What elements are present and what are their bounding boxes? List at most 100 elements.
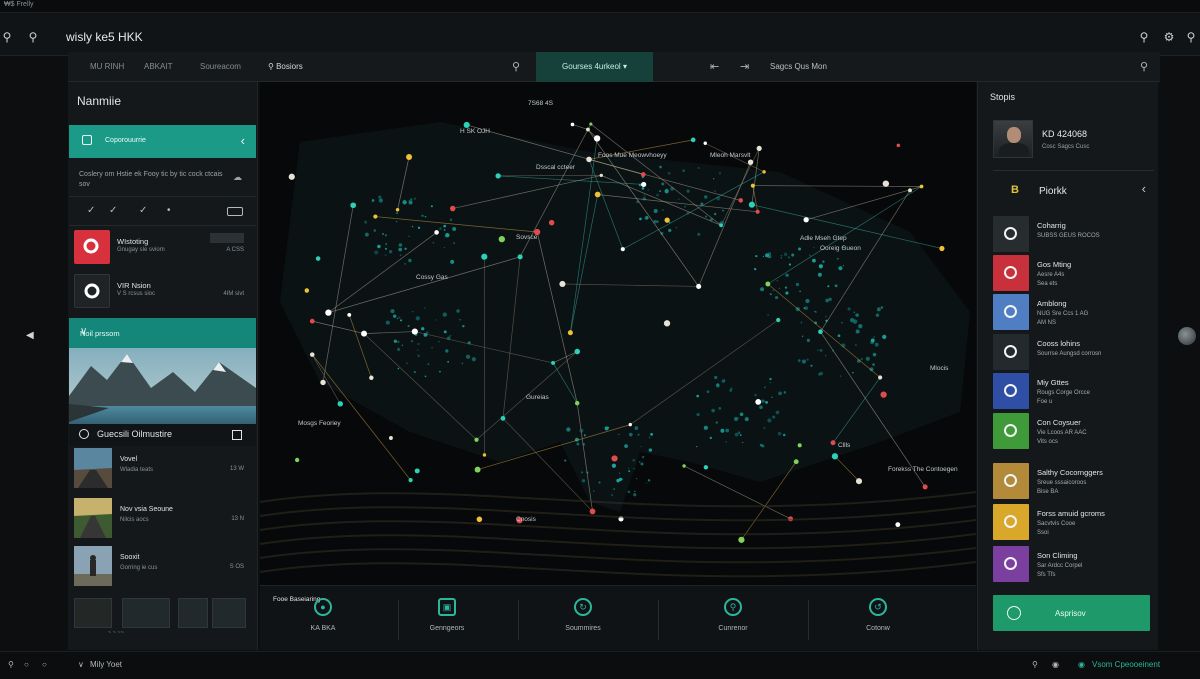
network-node[interactable] bbox=[474, 466, 481, 473]
thumbnail[interactable] bbox=[212, 598, 246, 628]
network-node[interactable] bbox=[797, 443, 802, 448]
tab-1[interactable]: MU RINH bbox=[90, 62, 124, 71]
network-node[interactable] bbox=[628, 422, 632, 427]
section-header[interactable]: B Piorkk ‹ bbox=[993, 170, 1154, 214]
network-node[interactable] bbox=[896, 143, 901, 148]
network-node[interactable] bbox=[315, 256, 321, 261]
network-node[interactable] bbox=[599, 173, 603, 178]
promo-caption[interactable]: Guecsili Oilmustire bbox=[69, 424, 256, 446]
thumbnail[interactable] bbox=[178, 598, 208, 628]
chevron-left-icon[interactable]: ‹ bbox=[1142, 181, 1146, 196]
network-node[interactable] bbox=[611, 455, 618, 462]
network-node[interactable] bbox=[347, 312, 352, 317]
network-node[interactable] bbox=[756, 145, 762, 152]
network-node[interactable] bbox=[309, 318, 315, 324]
settings-icon[interactable]: ⚙ bbox=[1162, 30, 1176, 44]
network-node[interactable] bbox=[765, 281, 771, 287]
network-node[interactable] bbox=[395, 208, 400, 212]
network-node[interactable] bbox=[406, 153, 413, 161]
tab-3[interactable]: Soureacom bbox=[200, 62, 241, 71]
network-node[interactable] bbox=[793, 459, 799, 465]
network-node[interactable] bbox=[337, 401, 343, 407]
network-node[interactable] bbox=[640, 172, 646, 177]
network-node[interactable] bbox=[589, 508, 596, 515]
network-node[interactable] bbox=[500, 415, 506, 421]
network-node[interactable] bbox=[551, 360, 556, 365]
network-node[interactable] bbox=[908, 188, 912, 193]
thumbnail[interactable] bbox=[122, 598, 170, 628]
network-node[interactable] bbox=[574, 348, 581, 355]
network-node[interactable] bbox=[320, 379, 326, 386]
network-node[interactable] bbox=[719, 223, 724, 228]
connection-icon[interactable]: ◉ bbox=[1078, 660, 1085, 669]
network-node[interactable] bbox=[482, 453, 487, 457]
video-row[interactable]: Vovel Wladia teats 13 W bbox=[72, 446, 254, 492]
list-item[interactable]: Forss amuid gcroms Sacvtvis Cooe Ssoi bbox=[993, 504, 1153, 540]
network-node[interactable] bbox=[882, 180, 890, 187]
network-node[interactable] bbox=[738, 536, 745, 543]
video-row[interactable]: Nov vsia Seoune Nilcis aocs 13 N bbox=[72, 496, 254, 542]
list-item[interactable]: Cooss lohins Sourrse Aungsd corrosn bbox=[993, 334, 1153, 370]
network-node[interactable] bbox=[288, 173, 295, 180]
network-map[interactable]: 7S68 4S H SK OJH Foos Mue Meowvhoeyy Dsscal… bbox=[260, 82, 976, 585]
network-node[interactable] bbox=[476, 516, 483, 523]
marker-icon[interactable]: • bbox=[167, 205, 171, 216]
network-node[interactable] bbox=[411, 328, 418, 335]
route-icon[interactable]: ✓ bbox=[139, 205, 147, 216]
search-icon[interactable]: ⚲ bbox=[512, 60, 520, 73]
network-node[interactable] bbox=[586, 156, 592, 163]
list-item[interactable]: Coharrig SUBSS GEUS ROCOS bbox=[993, 216, 1153, 252]
chevron-left-icon[interactable]: ‹ bbox=[241, 133, 245, 148]
chevron-down-icon[interactable]: ∨ bbox=[78, 660, 84, 669]
network-node[interactable] bbox=[498, 235, 505, 243]
list-item[interactable]: Gos Mting Aesre A4s Sea ets bbox=[993, 255, 1153, 291]
network-node[interactable] bbox=[594, 191, 601, 198]
chevron-down-icon[interactable]: ∨ bbox=[80, 326, 242, 337]
network-node[interactable] bbox=[593, 135, 601, 142]
network-node[interactable] bbox=[570, 122, 575, 127]
network-node[interactable] bbox=[703, 141, 707, 145]
network-node[interactable] bbox=[939, 245, 945, 252]
action-4-button[interactable]: ⚲ Cunrenor bbox=[678, 598, 788, 632]
search-icon[interactable]: ⚲ bbox=[8, 660, 14, 669]
network-node[interactable] bbox=[474, 437, 479, 442]
network-node[interactable] bbox=[559, 280, 566, 288]
network-node[interactable] bbox=[830, 440, 836, 446]
network-node[interactable] bbox=[548, 219, 555, 226]
network-node[interactable] bbox=[481, 253, 488, 260]
list-item[interactable]: Salthy Cocornggers Sreue sssaicoroos Bise … bbox=[993, 463, 1153, 499]
network-node[interactable] bbox=[831, 453, 839, 460]
network-node[interactable] bbox=[294, 457, 300, 463]
list-item[interactable]: VIR Nsion V S rcsus sioc 4IM sivt bbox=[72, 272, 254, 310]
network-node[interactable] bbox=[620, 247, 625, 252]
network-node[interactable] bbox=[325, 309, 332, 316]
network-node[interactable] bbox=[682, 464, 686, 468]
network-node[interactable] bbox=[818, 329, 823, 335]
network-node[interactable] bbox=[803, 217, 809, 223]
network-node[interactable] bbox=[755, 209, 760, 214]
network-node[interactable] bbox=[434, 230, 439, 235]
network-node[interactable] bbox=[369, 375, 374, 381]
layer-toggle[interactable] bbox=[227, 207, 243, 216]
draw-icon[interactable]: ✓ bbox=[109, 205, 117, 216]
network-node[interactable] bbox=[690, 137, 696, 143]
thumbnail[interactable] bbox=[74, 598, 112, 628]
network-node[interactable] bbox=[361, 330, 368, 337]
network-node[interactable] bbox=[748, 201, 755, 208]
network-node[interactable] bbox=[663, 320, 671, 327]
network-node[interactable] bbox=[762, 170, 766, 174]
promo-header[interactable]: Noil prssom ∨ bbox=[69, 318, 256, 348]
cloud-icon[interactable]: ☁ bbox=[233, 172, 242, 183]
search-icon-2[interactable]: ⚲ bbox=[26, 30, 40, 44]
network-node[interactable] bbox=[641, 181, 647, 188]
search-icon[interactable]: ⚲ bbox=[0, 30, 14, 44]
network-node[interactable] bbox=[373, 214, 378, 219]
tab-active[interactable]: Gourses 4urkeol ▾ bbox=[536, 52, 653, 82]
network-node[interactable] bbox=[880, 391, 887, 398]
tab-2[interactable]: ABKAIT bbox=[144, 62, 172, 71]
network-node[interactable] bbox=[738, 198, 744, 203]
search-icon-3[interactable]: ⚲ bbox=[1137, 30, 1151, 44]
forward-icon[interactable]: ⇥ bbox=[740, 60, 749, 73]
network-node[interactable] bbox=[703, 465, 709, 470]
sidebar-item-active[interactable]: Coporouurrie ‹ bbox=[69, 125, 256, 158]
